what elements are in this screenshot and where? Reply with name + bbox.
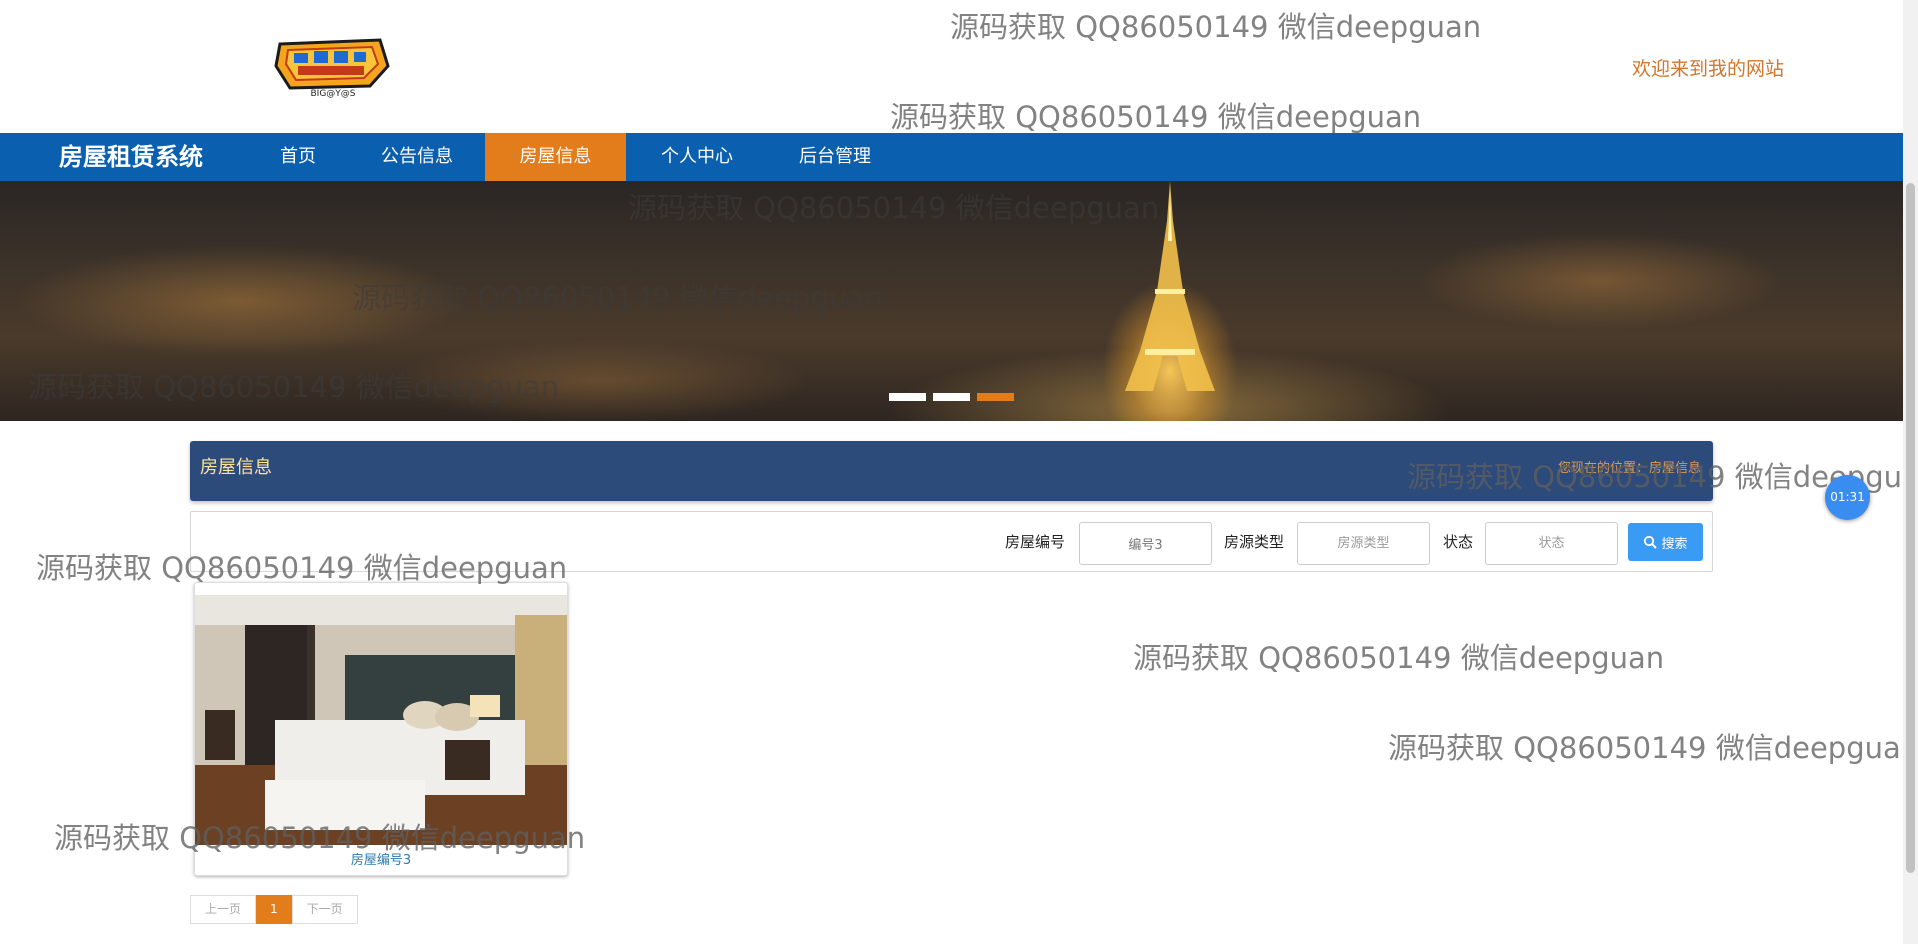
watermark-text: 源码获取 QQ86050149 微信deepguan	[950, 10, 1482, 44]
watermark-text: 源码获取 QQ86050149 微信deepguan	[890, 100, 1422, 134]
search-bar: 房屋编号 房源类型 状态 搜索	[190, 511, 1713, 572]
status-input[interactable]	[1485, 522, 1618, 565]
search-button[interactable]: 搜索	[1628, 523, 1703, 561]
scrollbar-thumb[interactable]	[1906, 183, 1915, 873]
watermark-text: 源码获取 QQ86050149 微信deepguan	[1388, 731, 1918, 765]
house-photo[interactable]	[195, 595, 567, 845]
house-card-title[interactable]: 房屋编号3	[195, 849, 567, 868]
prev-page-button[interactable]: 上一页	[190, 895, 257, 924]
pagination: 上一页 1 下一页	[190, 895, 358, 924]
nav-item-houses[interactable]: 房屋信息	[485, 133, 626, 181]
slide-dot-3[interactable]	[977, 393, 1014, 401]
eiffel-tower-illustration	[1125, 181, 1215, 391]
site-logo[interactable]: BIG@Y@S	[270, 36, 396, 99]
watermark-text: 源码获取 QQ86050149 微信deepguan	[1133, 641, 1665, 675]
page-1-button[interactable]: 1	[256, 895, 292, 924]
house-card[interactable]: 房屋编号3	[194, 582, 568, 876]
timer-bubble[interactable]: 01:31	[1825, 475, 1870, 520]
house-number-input[interactable]	[1079, 522, 1212, 565]
search-icon	[1644, 535, 1658, 549]
house-type-input[interactable]	[1297, 522, 1430, 565]
welcome-text: 欢迎来到我的网站	[1632, 58, 1785, 80]
nav-item-notices[interactable]: 公告信息	[366, 133, 468, 181]
nav-item-admin[interactable]: 后台管理	[784, 133, 886, 181]
status-label: 状态	[1443, 533, 1474, 551]
top-nav: 房屋租赁系统 首页 公告信息 房屋信息 个人中心 后台管理	[0, 133, 1903, 181]
section-title: 房屋信息	[200, 457, 272, 478]
nav-item-profile[interactable]: 个人中心	[646, 133, 748, 181]
breadcrumb: 您现在的位置：房屋信息	[1557, 461, 1701, 476]
next-page-button[interactable]: 下一页	[291, 895, 358, 924]
hero-banner[interactable]	[0, 181, 1903, 421]
svg-text:BIG@Y@S: BIG@Y@S	[310, 89, 355, 98]
search-button-label: 搜索	[1661, 535, 1688, 551]
page: BIG@Y@S 欢迎来到我的网站 房屋租赁系统 首页 公告信息 房屋信息 个人中…	[0, 0, 1918, 944]
vertical-scrollbar[interactable]	[1903, 0, 1918, 944]
nav-item-home[interactable]: 首页	[262, 133, 334, 181]
house-number-label: 房屋编号	[1005, 533, 1066, 551]
slide-indicators	[889, 393, 1014, 401]
slide-dot-2[interactable]	[933, 393, 970, 401]
section-header: 房屋信息 您现在的位置：房屋信息	[190, 441, 1713, 501]
slide-dot-1[interactable]	[889, 393, 926, 401]
site-brand[interactable]: 房屋租赁系统	[59, 133, 203, 181]
house-type-label: 房源类型	[1224, 533, 1285, 551]
